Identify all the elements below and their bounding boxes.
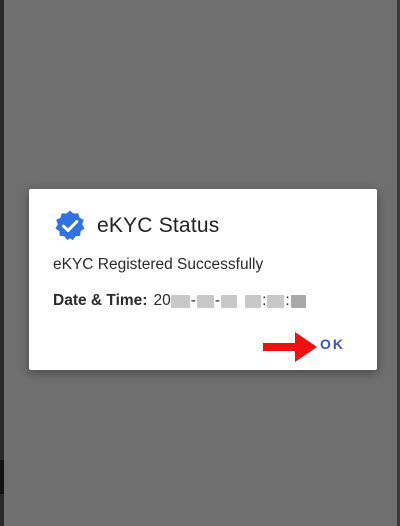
datetime-label: Date & Time: [53,292,148,309]
screen: eKYC Status eKYC Registered Successfully… [0,0,400,526]
dialog-message: eKYC Registered Successfully [53,256,264,273]
redacted-day [221,294,238,308]
redacted-hour [245,294,262,308]
verified-badge-icon [55,210,85,241]
redacted-second [290,294,306,308]
datetime-year-prefix: 20 [153,292,171,309]
screen-edge-left [0,0,4,526]
redacted-minute [267,294,285,308]
ok-button[interactable]: OK [318,332,347,356]
ekyc-status-dialog: eKYC Status eKYC Registered Successfully… [29,189,377,370]
red-arrow-icon [263,332,317,362]
redacted-year [170,294,190,308]
dialog-header: eKYC Status [53,209,219,243]
datetime-row: Date & Time: 20 - - : : [53,292,306,310]
dialog-title: eKYC Status [97,214,220,237]
screen-edge-marker [0,460,4,494]
redacted-month [196,294,214,308]
